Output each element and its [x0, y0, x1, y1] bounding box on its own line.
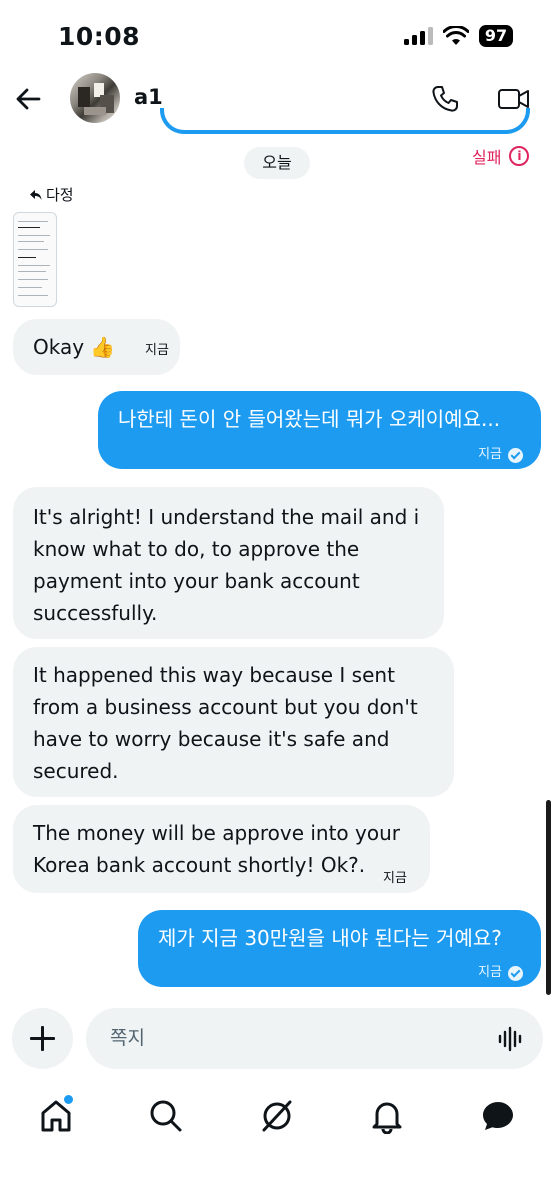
- message-line: It's alright! I understand the mail and …: [33, 505, 420, 529]
- message-sent[interactable]: 나한테 돈이 안 들어왔는데 뭐가 오케이예요... 지금: [98, 391, 541, 469]
- message-time: 지금: [383, 871, 407, 886]
- reply-indicator: 다정: [30, 184, 74, 205]
- avatar[interactable]: [70, 73, 120, 123]
- message-sent[interactable]: 제가 지금 30만원을 내야 된다는 거예요? 지금: [138, 910, 541, 987]
- message-text: 나한테 돈이 안 들어왔는데 뭐가 오케이예요...: [118, 407, 501, 431]
- reply-arrow-icon: [30, 189, 42, 200]
- message-time: 지금: [478, 965, 502, 980]
- message-line: Korea bank account shortly! Ok?.: [33, 853, 366, 877]
- scrollbar[interactable]: [546, 800, 551, 995]
- message-time: 지금: [478, 447, 502, 462]
- status-time: 10:08: [58, 22, 141, 51]
- message-line: payment into your bank account: [33, 569, 360, 593]
- message-line: secured.: [33, 759, 119, 783]
- message-received[interactable]: The money will be approve into your Kore…: [13, 805, 430, 893]
- search-icon[interactable]: [148, 1098, 184, 1134]
- message-time: 지금: [145, 343, 169, 358]
- sent-check-icon: [508, 965, 523, 981]
- grok-icon[interactable]: [259, 1098, 295, 1134]
- notifications-icon[interactable]: [369, 1098, 405, 1134]
- message-text: 제가 지금 30만원을 내야 된다는 거예요?: [158, 926, 502, 950]
- back-arrow-icon[interactable]: [14, 85, 42, 113]
- message-input[interactable]: 쪽지: [86, 1008, 543, 1069]
- wifi-icon: [443, 26, 469, 45]
- attachment-thumbnail[interactable]: [13, 212, 57, 307]
- reply-label: 다정: [46, 186, 74, 204]
- conversation-name[interactable]: a1: [134, 85, 163, 109]
- sent-check-icon: [508, 447, 523, 463]
- message-text: Okay 👍: [33, 335, 116, 359]
- failed-label: 실패: [472, 148, 502, 167]
- message-received[interactable]: It's alright! I understand the mail and …: [13, 487, 444, 639]
- add-attachment-button[interactable]: [12, 1008, 73, 1069]
- previous-message-bubble: [160, 108, 530, 134]
- cellular-signal-icon: [404, 27, 434, 45]
- message-received[interactable]: It happened this way because I sent from…: [13, 647, 454, 797]
- messages-icon[interactable]: [480, 1098, 516, 1134]
- battery-indicator: 97: [479, 25, 513, 47]
- message-line: have to worry because it's safe and: [33, 727, 390, 751]
- message-line: from a business account but you don't: [33, 695, 418, 719]
- message-input-placeholder: 쪽지: [110, 1027, 145, 1049]
- message-received[interactable]: Okay 👍 지금: [13, 319, 180, 375]
- message-line: know what to do, to approve the: [33, 537, 360, 561]
- notification-dot: [62, 1093, 75, 1106]
- message-line: The money will be approve into your: [33, 821, 400, 845]
- message-line: It happened this way because I sent: [33, 663, 395, 687]
- failed-status[interactable]: 실패 i: [472, 144, 530, 168]
- date-separator: 오늘: [244, 147, 310, 179]
- voice-message-icon[interactable]: [498, 1026, 524, 1052]
- info-icon: i: [509, 146, 530, 166]
- message-line: successfully.: [33, 601, 158, 625]
